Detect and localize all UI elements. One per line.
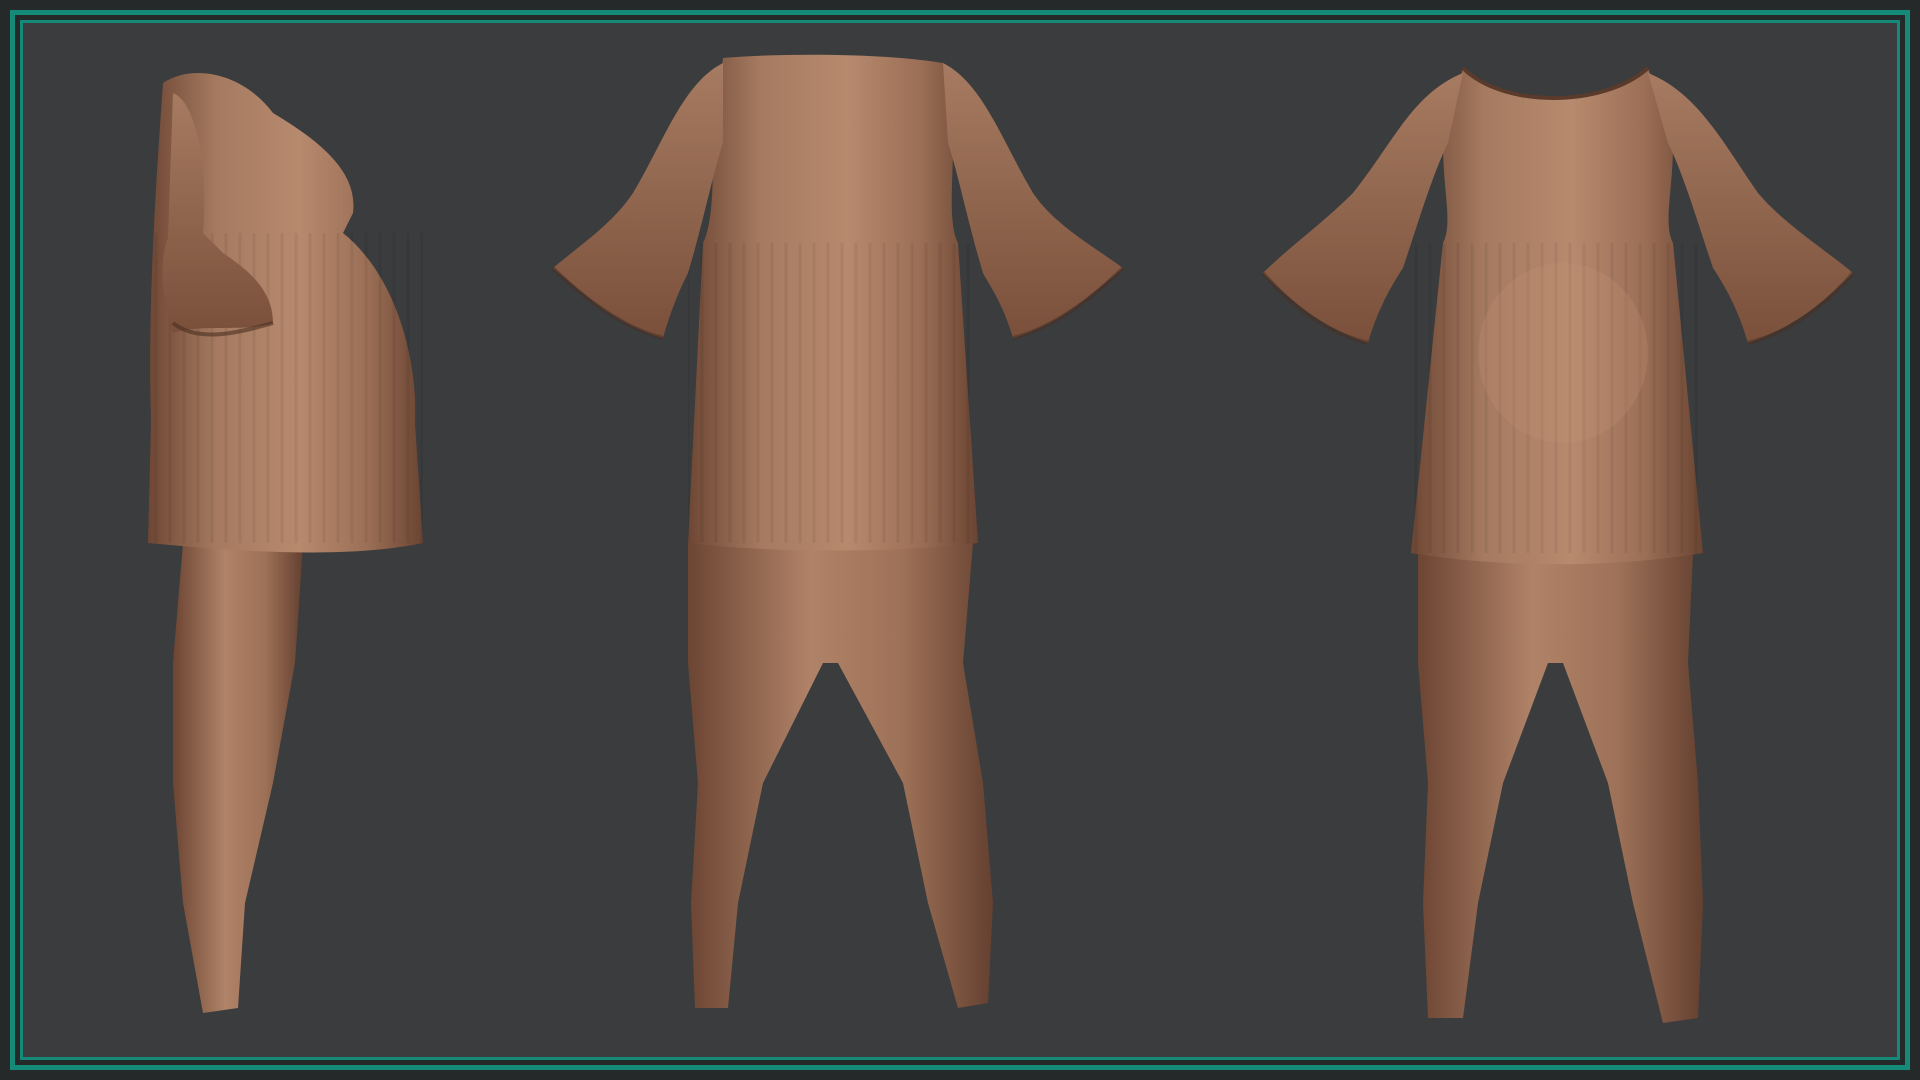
- outfit-renders: [148, 54, 1855, 1023]
- back-view-outfit: [551, 54, 1125, 1008]
- front-leggings: [1418, 553, 1703, 1023]
- side-leggings: [173, 543, 303, 1013]
- image-frame: [0, 0, 1920, 1080]
- render-stage: [23, 23, 1897, 1057]
- front-view-outfit: [1261, 66, 1855, 1023]
- side-view-outfit: [148, 73, 423, 1013]
- back-leggings: [688, 543, 993, 1008]
